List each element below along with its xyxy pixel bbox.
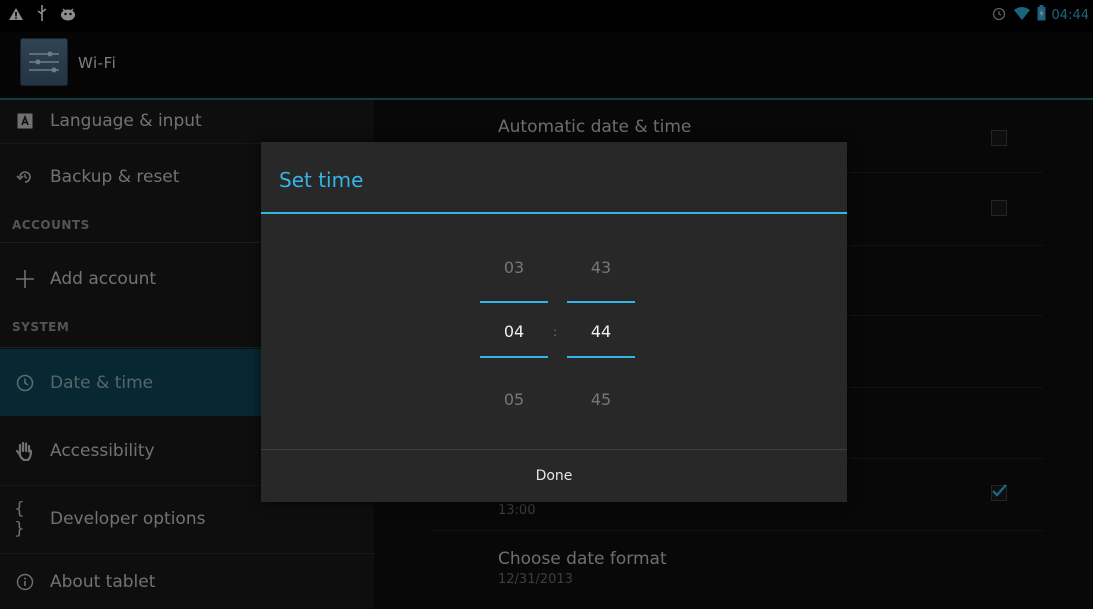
hour-selector-top-line: [480, 301, 548, 303]
minute-current[interactable]: 44: [567, 322, 635, 341]
hour-current[interactable]: 04: [480, 322, 548, 341]
minute-prev[interactable]: 43: [567, 258, 635, 277]
time-separator: :: [553, 325, 558, 339]
dialog-title-divider: [261, 212, 847, 214]
set-time-dialog: Set time 03 04 05 : 43 44 45 Done: [261, 142, 847, 502]
minute-selector-bottom-line: [567, 356, 635, 358]
hour-prev[interactable]: 03: [480, 258, 548, 277]
dialog-title: Set time: [279, 168, 364, 192]
hour-next[interactable]: 05: [480, 390, 548, 409]
minute-selector-top-line: [567, 301, 635, 303]
done-button[interactable]: Done: [261, 450, 847, 502]
minute-next[interactable]: 45: [567, 390, 635, 409]
hour-selector-bottom-line: [480, 356, 548, 358]
